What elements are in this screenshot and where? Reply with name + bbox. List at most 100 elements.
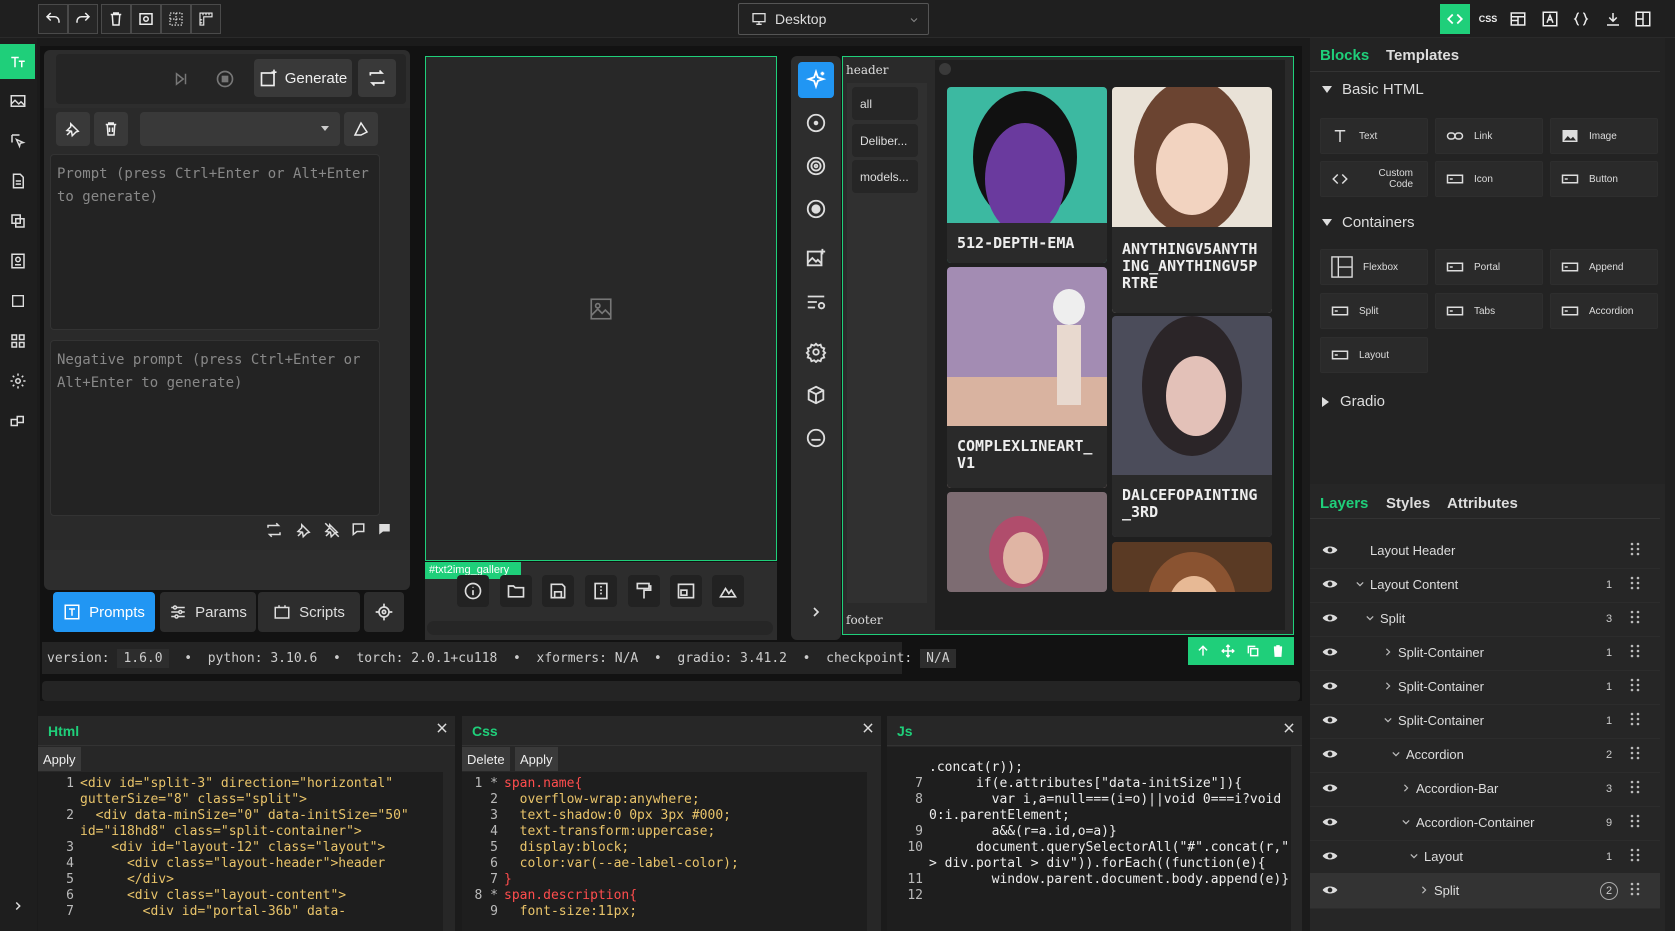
sidebar-scrollbar[interactable] — [1665, 38, 1675, 931]
model-card[interactable]: 512-DEPTH-EMA — [947, 87, 1107, 263]
eye-icon[interactable] — [1322, 850, 1338, 862]
layer-row[interactable]: Layout Content 1 — [1310, 567, 1660, 603]
braces-icon[interactable] — [1566, 4, 1596, 34]
extensions-icon[interactable] — [5, 408, 31, 434]
eye-icon[interactable] — [1322, 578, 1338, 590]
filter-chip-deliberate[interactable]: Deliber... — [852, 124, 918, 157]
save-icon[interactable] — [542, 575, 574, 607]
eye-icon[interactable] — [1322, 714, 1338, 726]
drag-handle-icon[interactable] — [1630, 678, 1640, 692]
layer-row[interactable]: Layout 1 — [1310, 839, 1660, 875]
canvas-scrollbar[interactable] — [42, 681, 1300, 701]
skip-icon[interactable] — [166, 63, 196, 95]
paint-icon[interactable] — [344, 112, 378, 146]
block-layout[interactable]: Layout — [1320, 337, 1428, 373]
mountain-icon[interactable] — [712, 575, 744, 607]
info-icon[interactable] — [457, 575, 489, 607]
tab-styles[interactable]: Styles — [1386, 495, 1430, 512]
drag-handle-icon[interactable] — [1630, 576, 1640, 590]
eye-icon[interactable] — [1322, 748, 1338, 760]
drag-handle-icon[interactable] — [1630, 814, 1640, 828]
cog-icon[interactable] — [798, 334, 834, 370]
image-add-icon[interactable] — [798, 240, 834, 276]
negative-prompt-input[interactable]: Negative prompt (press Ctrl+Enter or Alt… — [50, 340, 380, 516]
drag-handle-icon[interactable] — [1630, 542, 1640, 556]
document-icon[interactable] — [5, 168, 31, 194]
filter-chip-models[interactable]: models... — [852, 160, 918, 193]
caret-right-icon[interactable] — [1384, 682, 1392, 690]
caret-down-icon[interactable] — [1392, 750, 1400, 758]
clone-icon[interactable] — [1243, 641, 1263, 661]
resize-icon[interactable] — [670, 575, 702, 607]
caret-down-icon[interactable] — [1366, 614, 1374, 622]
section-containers[interactable]: Containers — [1322, 214, 1415, 231]
model-card[interactable] — [1112, 542, 1272, 592]
block-icon[interactable]: Icon — [1435, 161, 1543, 197]
download-icon[interactable] — [1598, 4, 1628, 34]
drag-handle-icon[interactable] — [1630, 848, 1640, 862]
model-card[interactable]: ANYTHINGV5ANYTHING_ANYTHINGV5PRTRE — [1112, 87, 1272, 313]
refresh-icon[interactable] — [264, 520, 284, 540]
eye-icon[interactable] — [1322, 646, 1338, 658]
tab-templates[interactable]: Templates — [1386, 47, 1459, 64]
block-accordion[interactable]: Accordion — [1550, 293, 1658, 329]
layer-row[interactable]: Split-Container 1 — [1310, 635, 1660, 671]
drag-handle-icon[interactable] — [1630, 746, 1640, 760]
gear-icon[interactable] — [5, 368, 31, 394]
tab-scripts[interactable]: Scripts — [258, 592, 360, 632]
preview-icon[interactable] — [131, 4, 161, 34]
block-append[interactable]: Append — [1550, 249, 1658, 285]
html-code[interactable]: 1 <div id="split-3" direction="horizontal… — [38, 772, 443, 931]
block-flexbox[interactable]: Flexbox — [1320, 249, 1428, 285]
js-code[interactable]: .concat(r)); 7 if(e.attributes["data-init… — [887, 747, 1291, 931]
caret-down-icon[interactable] — [1402, 818, 1410, 826]
zip-icon[interactable] — [585, 575, 617, 607]
chevron-right-icon[interactable] — [5, 893, 31, 919]
unpin-icon[interactable] — [322, 520, 342, 540]
ruler-icon[interactable] — [191, 4, 221, 34]
css-delete-button[interactable]: Delete — [462, 747, 510, 771]
circle-dot-icon[interactable] — [798, 105, 834, 141]
undo-icon[interactable] — [38, 4, 68, 34]
css-icon[interactable]: CSS — [1473, 4, 1503, 34]
html-apply-button[interactable]: Apply — [38, 747, 81, 771]
eye-icon[interactable] — [1322, 680, 1338, 692]
layer-row[interactable]: Accordion 2 — [1310, 737, 1660, 773]
layer-row[interactable]: Layout Header — [1310, 533, 1660, 569]
eye-icon[interactable] — [1322, 782, 1338, 794]
settings-gear-icon[interactable] — [364, 592, 404, 632]
eye-icon[interactable] — [1322, 612, 1338, 624]
grid-icon[interactable] — [161, 4, 191, 34]
target-filled-icon[interactable] — [798, 191, 834, 227]
pin-small-icon[interactable] — [294, 520, 314, 540]
tab-attributes[interactable]: Attributes — [1447, 495, 1518, 512]
pin-icon[interactable] — [56, 112, 90, 146]
device-select[interactable]: Desktop — [738, 3, 929, 35]
tab-params[interactable]: Params — [160, 592, 256, 632]
block-image[interactable]: Image — [1550, 118, 1658, 154]
eye-icon[interactable] — [1322, 544, 1338, 556]
layer-row[interactable]: Split 2 — [1310, 873, 1660, 909]
trash-icon[interactable] — [101, 4, 131, 34]
apps-icon[interactable] — [5, 328, 31, 354]
delete-element-icon[interactable] — [1268, 641, 1288, 661]
close-icon[interactable] — [435, 721, 449, 735]
square-icon[interactable] — [5, 288, 31, 314]
block-split[interactable]: Split — [1320, 293, 1428, 329]
caret-down-icon[interactable] — [1356, 580, 1364, 588]
block-portal[interactable]: Portal — [1435, 249, 1543, 285]
layer-row[interactable]: Accordion-Bar 3 — [1310, 771, 1660, 807]
layer-row[interactable]: Split-Container 1 — [1310, 703, 1660, 739]
close-icon[interactable] — [861, 721, 875, 735]
split-view-icon[interactable] — [1628, 4, 1658, 34]
drop-icon[interactable] — [798, 420, 834, 456]
layer-row[interactable]: Accordion-Container 9 — [1310, 805, 1660, 841]
caret-right-icon[interactable] — [1420, 886, 1428, 894]
tab-blocks[interactable]: Blocks — [1320, 47, 1369, 64]
caret-down-icon[interactable] — [1384, 716, 1392, 724]
target-icon[interactable] — [798, 148, 834, 184]
stop-icon[interactable] — [210, 63, 240, 95]
output-scrollbar[interactable] — [427, 621, 773, 635]
arrow-up-icon[interactable] — [1193, 641, 1213, 661]
redo-icon[interactable] — [68, 4, 98, 34]
